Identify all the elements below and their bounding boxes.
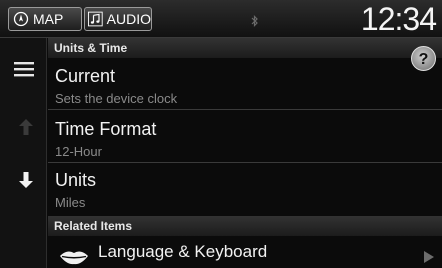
list-item-title: Current	[55, 66, 116, 86]
map-button[interactable]: MAP	[8, 7, 82, 31]
list-item-time-format[interactable]: Time Format 12-Hour	[48, 113, 442, 163]
chevron-right-icon	[424, 251, 434, 263]
clock: 12:34	[360, 1, 437, 37]
arrow-up-icon[interactable]	[19, 119, 33, 135]
arrow-down-icon[interactable]	[19, 172, 33, 188]
list-item-subtitle: Miles	[55, 195, 86, 210]
list-item-subtitle: 12-Hour	[55, 144, 102, 159]
list-item-title: Time Format	[55, 119, 157, 139]
map-button-label: MAP	[33, 11, 64, 27]
menu-icon[interactable]	[14, 61, 34, 77]
list-item-title: Units	[55, 170, 97, 190]
list-item-current[interactable]: Current Sets the device clock	[48, 60, 442, 110]
section-header-related-items: Related Items	[48, 216, 442, 236]
section-header-units-time: Units & Time	[48, 38, 442, 58]
list-item-subtitle: Sets the device clock	[55, 91, 178, 106]
bluetooth-icon	[251, 15, 258, 27]
music-note-icon	[88, 11, 103, 27]
related-item-language-keyboard[interactable]: Language & Keyboard	[48, 237, 442, 268]
related-item-label: Language & Keyboard	[98, 242, 268, 261]
left-nav-column	[0, 38, 47, 268]
audio-button-label: AUDIO	[106, 11, 151, 27]
status-bar: MAP AUDIO 12:34	[0, 0, 442, 38]
lips-icon	[60, 251, 88, 265]
list-item-units[interactable]: Units Miles	[48, 164, 442, 214]
audio-button[interactable]: AUDIO	[84, 7, 152, 31]
compass-icon	[13, 11, 29, 27]
